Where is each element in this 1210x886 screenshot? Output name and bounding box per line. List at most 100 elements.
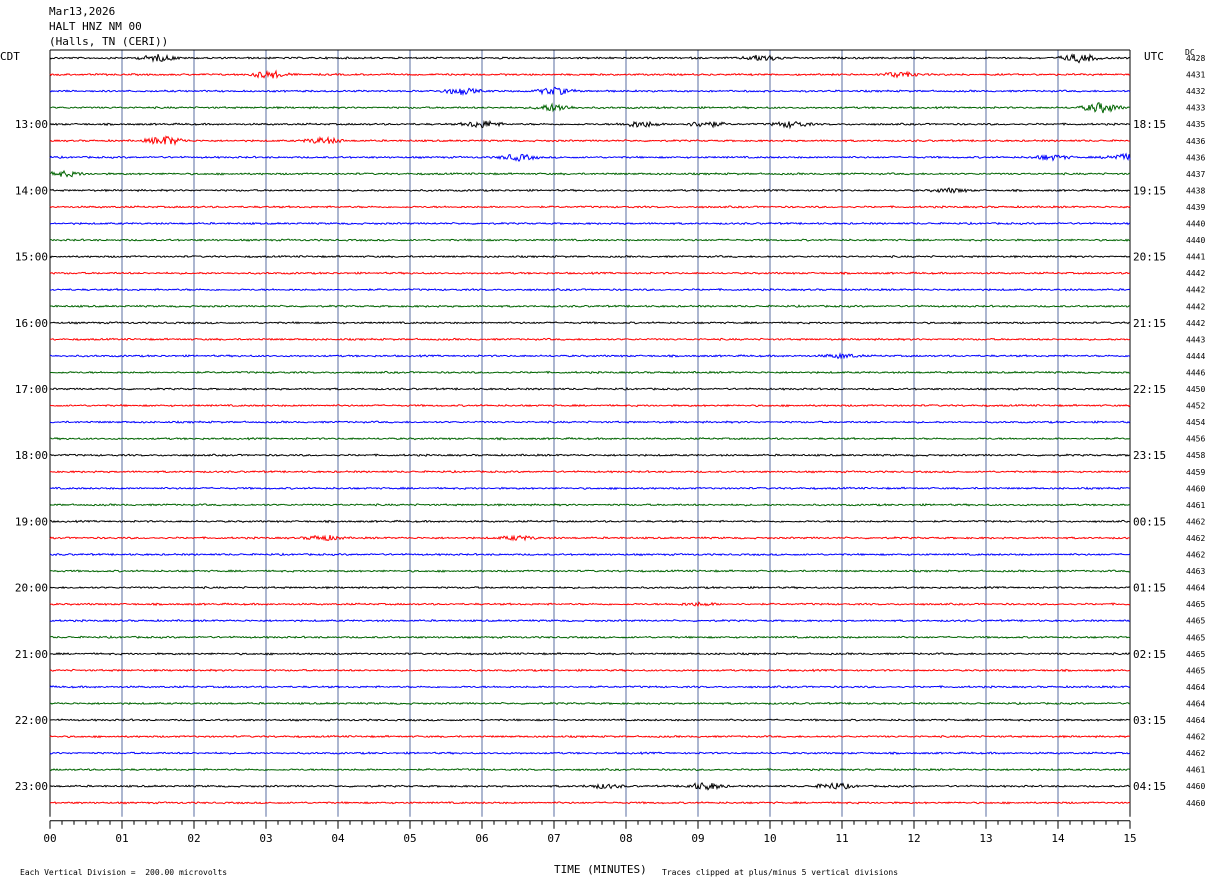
trace-line xyxy=(49,135,1131,147)
right-hour-label: 00:15 xyxy=(1133,515,1166,528)
dc-offset-label: 4462 xyxy=(1186,517,1205,526)
seismic-traces xyxy=(49,53,1131,805)
dc-offset-label: 4460 xyxy=(1186,799,1205,808)
dc-offset-label: 4440 xyxy=(1186,236,1205,245)
trace-line xyxy=(49,569,1131,573)
helicorder-plot: 00 01 02 03 04 05 06 07 08 09 10 11 12 13 14 15 4428443… xyxy=(15,49,1205,845)
left-hour-label: 20:00 xyxy=(15,582,48,595)
trace-line xyxy=(49,86,1131,96)
dc-offset-label: 4465 xyxy=(1186,633,1205,642)
trace-line xyxy=(49,238,1131,242)
dc-offset-label: 4461 xyxy=(1186,501,1205,510)
left-hour-label: 23:00 xyxy=(15,780,48,793)
trace-line xyxy=(49,601,1131,608)
right-hour-label: 18:15 xyxy=(1133,118,1166,131)
trace-line xyxy=(49,469,1131,474)
dc-offset-label: 4433 xyxy=(1186,104,1205,113)
dc-offset-label: 4437 xyxy=(1186,170,1205,179)
right-hour-label: 03:15 xyxy=(1133,714,1166,727)
right-hour-label: 22:15 xyxy=(1133,383,1166,396)
x-tick-label: 07 xyxy=(547,832,560,845)
dc-offset-label: 4446 xyxy=(1186,368,1205,377)
clip-note: Traces clipped at plus/minus 5 vertical … xyxy=(662,868,899,877)
x-tick-label: 13 xyxy=(979,832,992,845)
trace-line xyxy=(49,684,1131,689)
trace-line xyxy=(49,767,1131,772)
dc-offset-label: 4436 xyxy=(1186,137,1205,146)
trace-line xyxy=(49,271,1131,276)
dc-offset-label: 4452 xyxy=(1186,402,1205,411)
x-tick-label: 15 xyxy=(1123,832,1136,845)
right-timezone-label: UTC xyxy=(1144,50,1164,63)
trace-line xyxy=(49,436,1131,441)
x-tick-label: 05 xyxy=(403,832,416,845)
right-hour-label: 21:15 xyxy=(1133,317,1166,330)
trace-line xyxy=(49,119,1131,130)
dc-offset-label: 4442 xyxy=(1186,269,1205,278)
trace-line xyxy=(49,221,1131,226)
dc-offset-label: 4460 xyxy=(1186,782,1205,791)
dc-offset-label: 4435 xyxy=(1186,120,1205,129)
grid-lines xyxy=(49,49,1131,817)
dc-offset-label: 4462 xyxy=(1186,749,1205,758)
trace-line xyxy=(49,304,1131,309)
dc-offset-label: 4444 xyxy=(1186,352,1205,361)
scale-note: Each Vertical Division = 200.00 microvol… xyxy=(20,868,228,877)
left-hour-label: 21:00 xyxy=(15,648,48,661)
dc-offset-label: 4431 xyxy=(1186,71,1205,80)
dc-offset-label: 4464 xyxy=(1186,584,1205,593)
trace-line xyxy=(49,370,1131,375)
trace-line xyxy=(49,254,1131,259)
trace-line xyxy=(49,751,1131,756)
dc-offset-label: 4465 xyxy=(1186,600,1205,609)
trace-line xyxy=(49,486,1131,491)
dc-offset-label: 4442 xyxy=(1186,286,1205,295)
x-tick-label: 00 xyxy=(43,832,56,845)
date-label: Mar13,2026 xyxy=(49,5,116,18)
left-hour-label: 13:00 xyxy=(15,118,48,131)
dc-offset-label: 4458 xyxy=(1186,451,1205,460)
right-hour-label: 01:15 xyxy=(1133,582,1166,595)
dc-offset-label: 4454 xyxy=(1186,418,1205,427)
trace-line xyxy=(49,205,1131,209)
dc-offset-label: 4441 xyxy=(1186,253,1205,262)
trace-line xyxy=(49,718,1131,722)
dc-offset-label: 4460 xyxy=(1186,484,1205,493)
dc-offset-label: 4456 xyxy=(1186,435,1205,444)
left-timezone-label: CDT xyxy=(0,50,20,63)
trace-line xyxy=(49,187,1131,194)
dc-offset-label: 4442 xyxy=(1186,302,1205,311)
x-tick-label: 01 xyxy=(115,832,128,845)
x-tick-label: 03 xyxy=(259,832,272,845)
trace-line xyxy=(49,453,1131,457)
left-hour-label: 16:00 xyxy=(15,317,48,330)
trace-line xyxy=(49,782,1131,791)
right-hour-label: 02:15 xyxy=(1133,648,1166,661)
trace-line xyxy=(49,618,1131,623)
dc-offset-label: 4462 xyxy=(1186,733,1205,742)
dc-offset-label: 4443 xyxy=(1186,335,1205,344)
trace-line xyxy=(49,69,1131,79)
left-hour-label: 19:00 xyxy=(15,515,48,528)
right-hour-label: 19:15 xyxy=(1133,184,1166,197)
trace-line xyxy=(49,403,1131,408)
dc-offset-label: 4450 xyxy=(1186,385,1205,394)
trace-line xyxy=(49,701,1131,706)
dc-offset-label: 4439 xyxy=(1186,203,1205,212)
x-axis-title: TIME (MINUTES) xyxy=(554,863,647,876)
x-tick-label: 04 xyxy=(331,832,345,845)
x-tick-label: 12 xyxy=(907,832,920,845)
trace-line xyxy=(49,800,1131,805)
station-label: HALT HNZ NM 00 xyxy=(49,20,142,33)
trace-line xyxy=(49,668,1131,673)
trace-line xyxy=(49,320,1131,325)
dc-offset-label: 4462 xyxy=(1186,534,1205,543)
left-hour-label: 22:00 xyxy=(15,714,48,727)
right-hour-label: 20:15 xyxy=(1133,251,1166,264)
trace-line xyxy=(49,635,1131,640)
location-label: (Halls, TN (CERI)) xyxy=(49,35,169,48)
dc-offset-label: 4461 xyxy=(1186,766,1205,775)
dc-offset-label: 4464 xyxy=(1186,699,1205,708)
dc-offset-label: 4465 xyxy=(1186,650,1205,659)
dc-offset-label: 4465 xyxy=(1186,666,1205,675)
